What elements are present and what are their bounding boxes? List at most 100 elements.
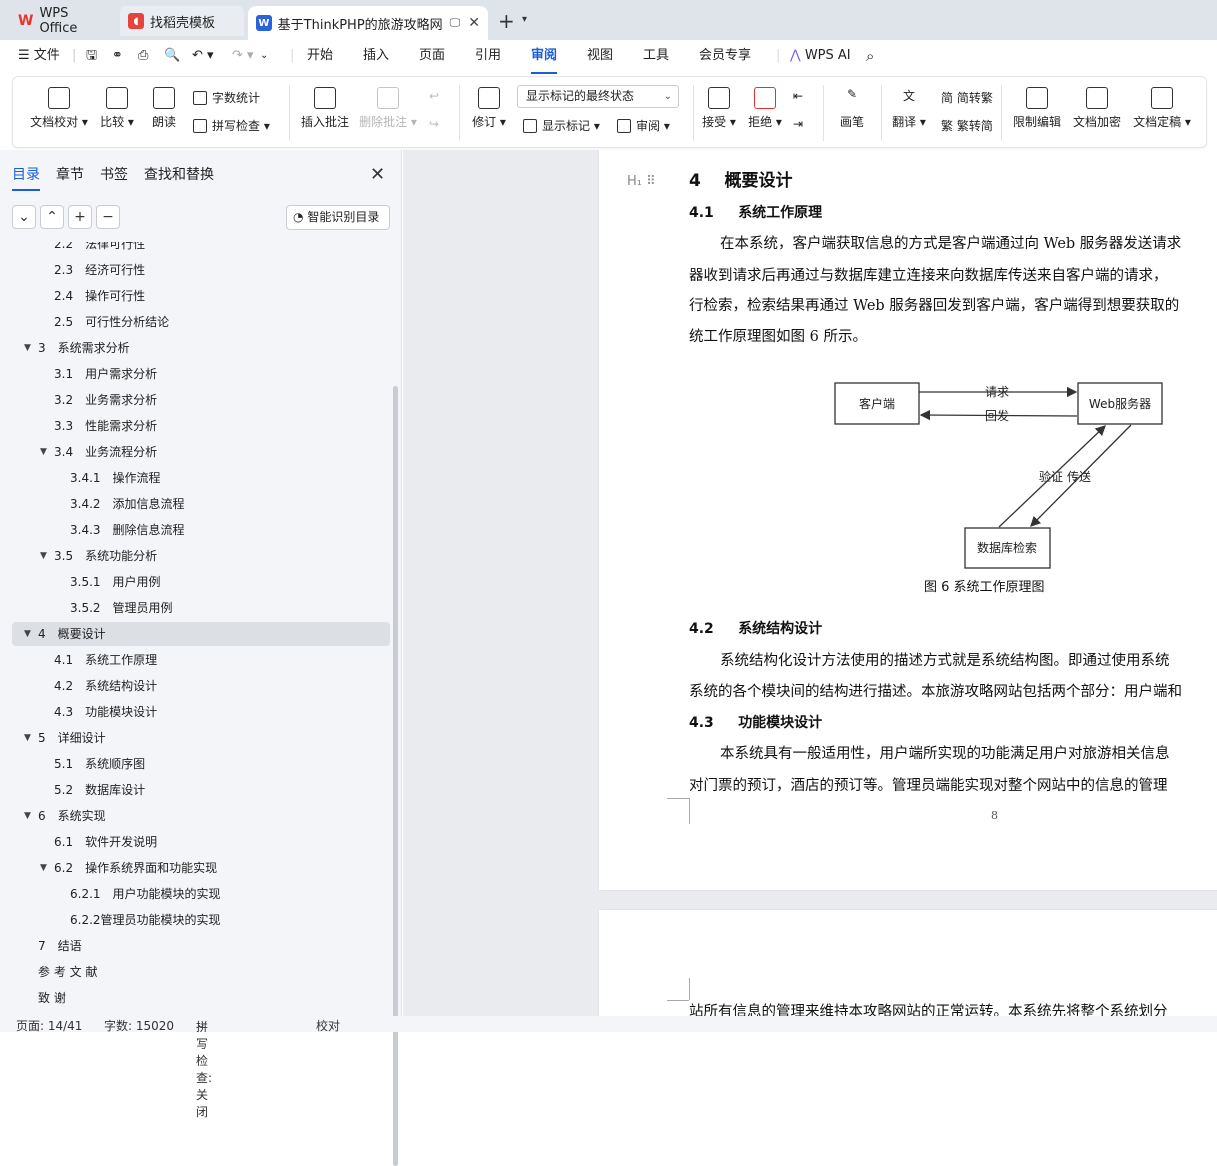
- translate-button[interactable]: 文 翻译 ▾: [889, 87, 929, 130]
- expand-arrow-icon[interactable]: ▼: [40, 856, 47, 880]
- toc-item[interactable]: 4.1 系统工作原理: [12, 648, 390, 672]
- track-changes-button[interactable]: 修订 ▾: [469, 87, 509, 130]
- toc-item[interactable]: 3.3 性能需求分析: [12, 414, 390, 438]
- tab-list-chevron-icon[interactable]: ▾: [522, 14, 527, 25]
- compare-button[interactable]: 比较 ▾: [97, 87, 137, 130]
- doc-check-button[interactable]: 文档校对 ▾: [29, 87, 89, 130]
- toc-item[interactable]: 参 考 文 献: [12, 960, 390, 984]
- accept-button[interactable]: 接受 ▾: [699, 87, 739, 130]
- new-tab-plus-icon[interactable]: +: [498, 9, 515, 33]
- delete-comment-button[interactable]: 删除批注 ▾: [359, 87, 417, 130]
- menu-member[interactable]: 会员专享: [699, 40, 751, 74]
- reject-button[interactable]: 拒绝 ▾: [745, 87, 785, 130]
- encrypt-button[interactable]: 文档加密: [1071, 87, 1123, 130]
- word-count-button[interactable]: 字数统计: [193, 89, 260, 106]
- expand-arrow-icon[interactable]: ▼: [24, 726, 31, 750]
- toc-item[interactable]: 3.4.1 操作流程: [12, 466, 390, 490]
- menu-insert[interactable]: 插入: [363, 40, 389, 74]
- monitor-icon[interactable]: 🖵: [450, 16, 461, 30]
- finalize-button[interactable]: 文档定稿 ▾: [1131, 87, 1193, 130]
- review-pane-button[interactable]: 审阅 ▾: [617, 117, 670, 134]
- toc-item[interactable]: ▼ 5 详细设计: [12, 726, 390, 750]
- toc-item[interactable]: 2.4 操作可行性: [12, 284, 390, 308]
- toc-item[interactable]: 5.2 数据库设计: [12, 778, 390, 802]
- menu-references[interactable]: 引用: [475, 40, 501, 74]
- menu-review[interactable]: 审阅: [531, 40, 558, 74]
- close-panel-icon[interactable]: ✕: [370, 164, 385, 185]
- tab-chapters[interactable]: 章节: [56, 164, 84, 191]
- toc-item[interactable]: 6.2.1 用户功能模块的实现: [12, 882, 390, 906]
- toc-item[interactable]: ▼ 6.2 操作系统界面和功能实现: [12, 856, 390, 880]
- toc-scrollbar[interactable]: [393, 386, 398, 1166]
- toc-item[interactable]: 致 谢: [12, 986, 390, 1008]
- toc-item[interactable]: 6.1 软件开发说明: [12, 830, 390, 854]
- heading-style-icon[interactable]: H₁ ⠿: [627, 174, 656, 189]
- share-link-icon[interactable]: ⚭: [112, 40, 123, 74]
- toc-item[interactable]: 3.5.2 管理员用例: [12, 596, 390, 620]
- collapse-down-icon[interactable]: ⌄: [12, 205, 36, 229]
- prev-change-icon[interactable]: ⇤: [793, 89, 803, 103]
- spell-check-button[interactable]: 拼写检查 ▾: [193, 117, 270, 134]
- toc-item[interactable]: 3.1 用户需求分析: [12, 362, 390, 386]
- show-markup-button[interactable]: 显示标记 ▾: [523, 117, 600, 134]
- toc-item[interactable]: ▼ 3.4 业务流程分析: [12, 440, 390, 464]
- to-traditional-button[interactable]: 简 简转繁: [941, 89, 993, 106]
- toc-item[interactable]: ▼ 3 系统需求分析: [12, 336, 390, 360]
- tab-wps-office[interactable]: W WPS Office: [10, 6, 116, 36]
- prev-comment-icon[interactable]: ↩: [429, 89, 439, 103]
- toc-item[interactable]: 3.5.1 用户用例: [12, 570, 390, 594]
- print-icon[interactable]: ⎙: [138, 40, 148, 74]
- word-count-indicator[interactable]: 字数: 15020: [104, 1017, 174, 1034]
- smart-toc-button[interactable]: ◔ 智能识别目录: [286, 205, 390, 230]
- expand-arrow-icon[interactable]: ▼: [24, 336, 31, 360]
- proofread-indicator[interactable]: 校对: [316, 1017, 340, 1034]
- redo-icon[interactable]: ↷ ▾: [232, 40, 254, 74]
- toc-item[interactable]: ▼ 4 概要设计: [12, 622, 390, 646]
- print-preview-icon[interactable]: 🔍: [164, 40, 180, 74]
- toc-item[interactable]: ▼ 6 系统实现: [12, 804, 390, 828]
- toc-item[interactable]: 4.2 系统结构设计: [12, 674, 390, 698]
- file-menu[interactable]: ☰ 文件: [18, 40, 60, 74]
- insert-comment-button[interactable]: 插入批注: [299, 87, 351, 130]
- menu-view[interactable]: 视图: [587, 40, 613, 74]
- display-state-select[interactable]: 显示标记的最终状态 ⌄: [517, 85, 679, 108]
- remove-heading-icon[interactable]: −: [96, 205, 120, 229]
- tab-bookmarks[interactable]: 书签: [100, 164, 128, 191]
- menu-home[interactable]: 开始: [307, 40, 333, 74]
- expand-arrow-icon[interactable]: ▼: [24, 804, 31, 828]
- restrict-edit-button[interactable]: 限制编辑: [1011, 87, 1063, 130]
- close-tab-icon[interactable]: ✕: [468, 15, 480, 31]
- save-icon[interactable]: 🖫: [86, 40, 97, 74]
- toc-item[interactable]: 3.4.3 删除信息流程: [12, 518, 390, 542]
- expand-arrow-icon[interactable]: ▼: [40, 440, 47, 464]
- tab-find-replace[interactable]: 查找和替换: [144, 164, 214, 191]
- toc-item[interactable]: 2.5 可行性分析结论: [12, 310, 390, 334]
- pen-button[interactable]: ✎ 画笔: [835, 87, 869, 130]
- to-simplified-button[interactable]: 繁 繁转简: [941, 117, 993, 134]
- toc-item[interactable]: 5.1 系统顺序图: [12, 752, 390, 776]
- collapse-up-icon[interactable]: ⌃: [40, 205, 64, 229]
- tab-toc[interactable]: 目录: [12, 164, 40, 191]
- tab-docer-templates[interactable]: ◖ 找稻壳模板: [120, 6, 244, 36]
- toc-item[interactable]: 3.4.2 添加信息流程: [12, 492, 390, 516]
- toc-item[interactable]: 3.2 业务需求分析: [12, 388, 390, 412]
- expand-arrow-icon[interactable]: ▼: [24, 622, 31, 646]
- toc-item[interactable]: 2.2 法律可行性: [12, 242, 390, 256]
- toc-item[interactable]: 2.3 经济可行性: [12, 258, 390, 282]
- tab-current-document[interactable]: W 基于ThinkPHP的旅游攻略网站 🖵 ✕: [248, 6, 488, 40]
- expand-arrow-icon[interactable]: ▼: [40, 544, 47, 568]
- next-change-icon[interactable]: ⇥: [793, 117, 803, 131]
- read-aloud-button[interactable]: 朗读: [147, 87, 181, 130]
- page-indicator[interactable]: 页面: 14/41: [16, 1017, 82, 1034]
- toc-item[interactable]: 4.3 功能模块设计: [12, 700, 390, 724]
- menu-tools[interactable]: 工具: [643, 40, 669, 74]
- more-chevron-icon[interactable]: ⌄: [260, 40, 268, 74]
- next-comment-icon[interactable]: ↪: [429, 117, 439, 131]
- wps-ai-button[interactable]: ⋀ WPS AI: [790, 40, 851, 74]
- search-icon[interactable]: ⌕: [866, 40, 874, 74]
- undo-icon[interactable]: ↶ ▾: [192, 40, 214, 74]
- toc-item[interactable]: ▼ 3.5 系统功能分析: [12, 544, 390, 568]
- add-heading-icon[interactable]: +: [68, 205, 92, 229]
- menu-page[interactable]: 页面: [419, 40, 445, 74]
- toc-item[interactable]: 6.2.2管理员功能模块的实现: [12, 908, 390, 932]
